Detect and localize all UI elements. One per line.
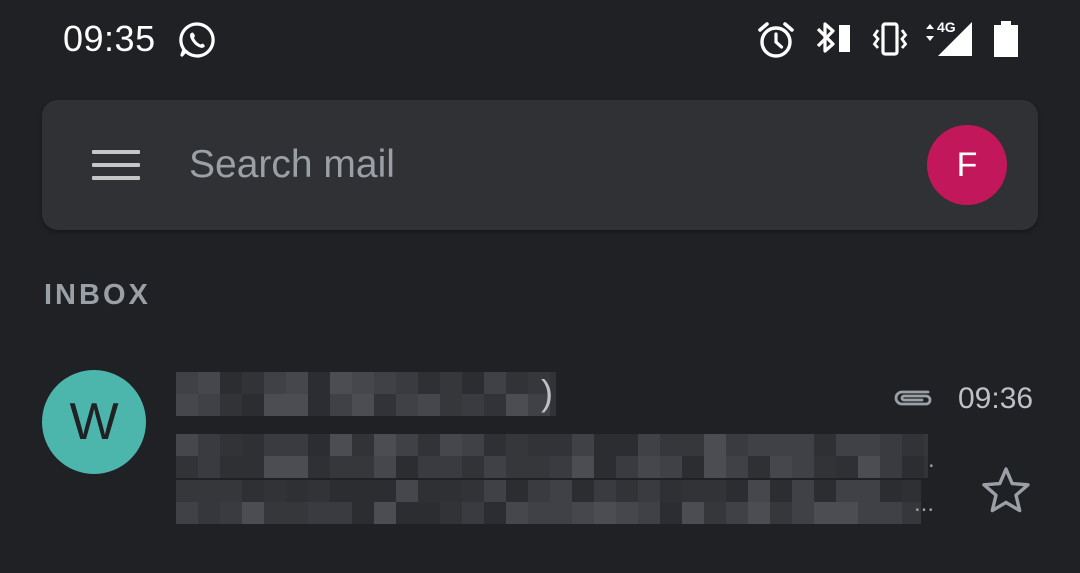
signal-4g-icon: 4G: [926, 19, 972, 56]
email-list-item[interactable]: W ) . ... 09:36: [0, 350, 1080, 540]
alarm-icon: [758, 22, 794, 58]
menu-icon[interactable]: [92, 148, 140, 182]
status-time: 09:35: [63, 18, 156, 59]
whatsapp-icon: [179, 22, 215, 58]
search-bar: F: [42, 100, 1038, 230]
sender-avatar: W: [42, 370, 146, 474]
pixelated-snippet: [176, 480, 921, 524]
pixelated-sender-name: [176, 372, 556, 416]
search-input[interactable]: [189, 138, 889, 192]
pixelated-subject: [176, 434, 928, 478]
account-avatar[interactable]: F: [927, 125, 1007, 205]
star-icon[interactable]: [980, 465, 1032, 515]
subject-ellipsis: .: [928, 446, 935, 473]
inbox-section-label: INBOX: [44, 279, 151, 311]
bluetooth-battery-icon: [816, 22, 850, 53]
signal-4g-label: 4G: [937, 19, 956, 35]
snippet-ellipsis: ...: [914, 490, 935, 517]
attachment-icon: [894, 390, 932, 406]
vibrate-icon: [872, 22, 908, 56]
battery-icon: [994, 21, 1018, 57]
email-time: 09:36: [958, 382, 1034, 415]
sender-name-fragment: ): [541, 372, 553, 413]
gmail-inbox-screen: 09:35 4G Search mail F INBOX W) . ... 0…: [0, 0, 1080, 573]
status-bar: 09:35 4G: [0, 0, 1080, 80]
